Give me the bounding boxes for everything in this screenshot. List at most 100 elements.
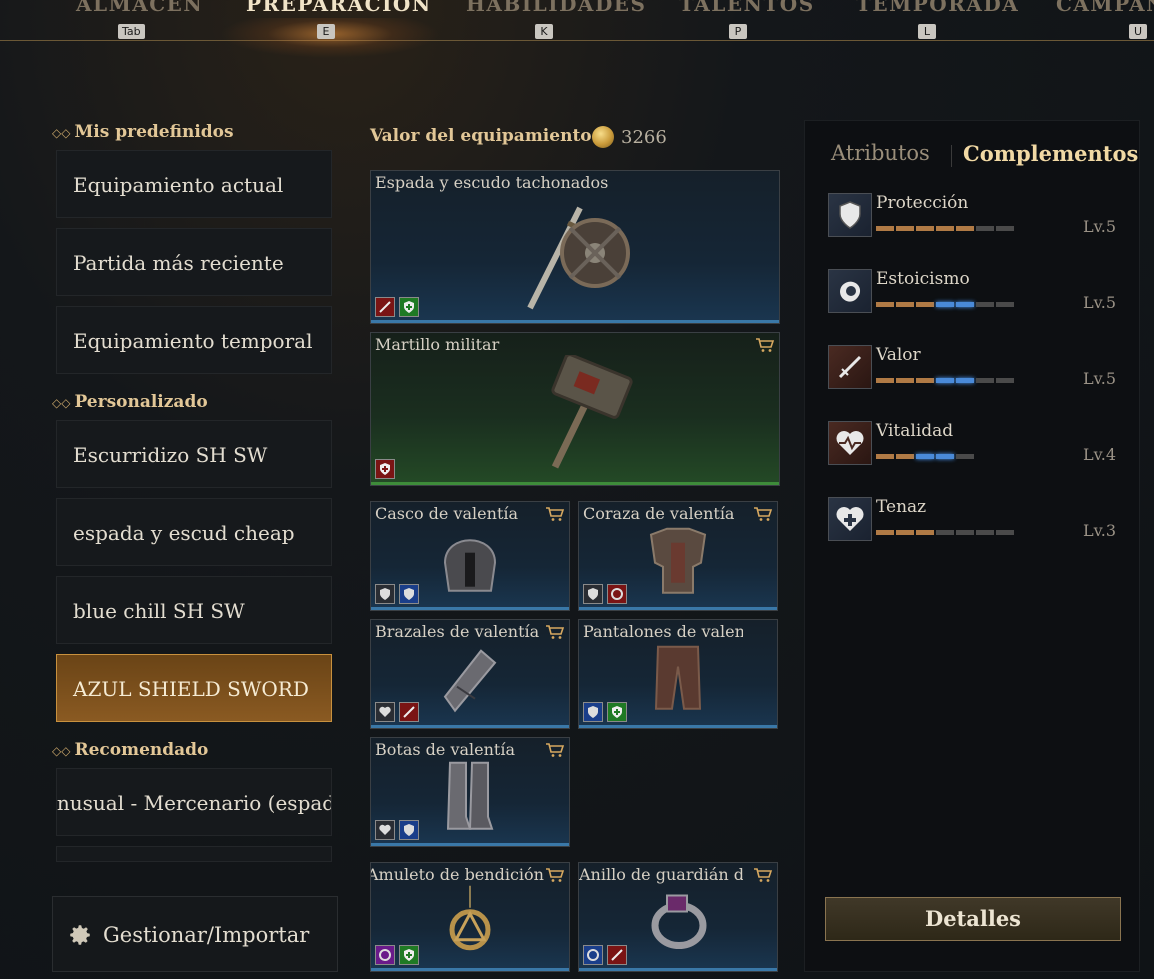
tab-temporada[interactable]: TEMPORADA bbox=[856, 0, 1019, 16]
level-segment bbox=[976, 226, 994, 231]
level-segment bbox=[996, 378, 1014, 383]
attribute-name: Estoicismo bbox=[876, 269, 970, 289]
rarity-bar bbox=[371, 607, 569, 610]
level-segment bbox=[876, 530, 894, 535]
item-perk-badges bbox=[375, 584, 419, 604]
tab-attributes[interactable]: Atributos bbox=[831, 141, 930, 165]
preset-recommended-1[interactable]: Inusual - Mercenario (espada bbox=[56, 768, 332, 836]
tab-complements[interactable]: Complementos bbox=[963, 141, 1138, 166]
item-perk-badges bbox=[375, 945, 419, 965]
shield-cross-perk-icon bbox=[399, 297, 419, 317]
top-navigation: ALMACÉN Tab PREPARACIÓN E HABILIDADES K … bbox=[0, 0, 1154, 58]
weapon-slot-secondary[interactable]: Martillo militar bbox=[370, 332, 780, 486]
tab-preparacion[interactable]: PREPARACIÓN bbox=[246, 0, 432, 16]
stoicism-perk-icon bbox=[607, 584, 627, 604]
attribute-row-estoicismo[interactable]: Estoicismo Lv.5 bbox=[828, 269, 1128, 319]
item-name: Pantalones de valentía bbox=[583, 622, 743, 641]
level-segment bbox=[996, 530, 1014, 535]
preset-custom-2[interactable]: espada y escud cheap bbox=[56, 498, 332, 566]
rarity-bar bbox=[371, 320, 779, 323]
tab-talentos[interactable]: TALENTOS bbox=[679, 0, 815, 16]
chest-armor-icon bbox=[649, 527, 707, 594]
custom-presets-label: Personalizado bbox=[74, 392, 208, 412]
pants-icon bbox=[654, 645, 702, 710]
attribute-row-tenaz[interactable]: Tenaz Lv.3 bbox=[828, 497, 1128, 547]
preset-custom-1[interactable]: Escurridizo SH SW bbox=[56, 420, 332, 488]
recommended-presets-label: Recomendado bbox=[74, 740, 209, 760]
tab-habilidades-hotkey: K bbox=[535, 24, 553, 39]
vitality-perk-icon bbox=[375, 702, 395, 722]
coin-icon bbox=[592, 126, 614, 148]
attribute-level-bar bbox=[876, 302, 1014, 307]
level-segment bbox=[936, 454, 954, 459]
item-name: Anillo de guardián de bbox=[579, 865, 743, 884]
tab-talentos-hotkey: P bbox=[729, 24, 747, 39]
accessory-slot-ring[interactable]: Anillo de guardián de bbox=[578, 862, 778, 972]
my-presets-header: ◇◇ Mis predefinidos bbox=[52, 122, 234, 142]
tab-temporada-hotkey: L bbox=[918, 24, 936, 39]
rarity-bar bbox=[371, 968, 569, 971]
attributes-panel: Atributos Complementos Protección Lv.5 E… bbox=[804, 120, 1140, 972]
item-perk-badges bbox=[583, 702, 627, 722]
shop-cart-icon[interactable] bbox=[545, 867, 565, 883]
preset-recommended-2[interactable] bbox=[56, 846, 332, 862]
stoicism-icon bbox=[828, 269, 872, 313]
tab-habilidades[interactable]: HABILIDADES bbox=[466, 0, 646, 16]
level-segment bbox=[996, 226, 1014, 231]
preset-custom-4-selected[interactable]: AZUL SHIELD SWORD bbox=[56, 654, 332, 722]
attribute-row-proteccion[interactable]: Protección Lv.5 bbox=[828, 193, 1128, 243]
shield-perk-icon bbox=[399, 820, 419, 840]
sword-perk-icon bbox=[399, 702, 419, 722]
attribute-level-bar bbox=[876, 454, 974, 459]
level-segment bbox=[936, 302, 954, 307]
level-segment bbox=[956, 226, 974, 231]
item-name: Coraza de valentía bbox=[583, 504, 735, 523]
preset-recent-match[interactable]: Partida más reciente bbox=[56, 228, 332, 296]
attribute-row-valor[interactable]: Valor Lv.5 bbox=[828, 345, 1128, 395]
stoicism-perk-icon bbox=[583, 945, 603, 965]
attribute-level-bar bbox=[876, 530, 1014, 535]
level-segment bbox=[916, 454, 934, 459]
item-perk-badges bbox=[375, 297, 419, 317]
my-presets-label: Mis predefinidos bbox=[74, 122, 234, 142]
shop-cart-icon[interactable] bbox=[755, 337, 775, 353]
armor-slot-helmet[interactable]: Casco de valentía bbox=[370, 501, 570, 611]
tab-campana-hotkey: U bbox=[1129, 24, 1147, 39]
shop-cart-icon[interactable] bbox=[753, 867, 773, 883]
item-name: Amuleto de bendición bbox=[370, 865, 544, 884]
level-segment bbox=[996, 302, 1014, 307]
shop-cart-icon[interactable] bbox=[545, 742, 565, 758]
tab-almacen[interactable]: ALMACÉN bbox=[76, 0, 203, 16]
shield-icon bbox=[828, 193, 872, 237]
weapon-slot-primary[interactable]: Espada y escudo tachonados bbox=[370, 170, 780, 324]
attribute-row-vitalidad[interactable]: Vitalidad Lv.4 bbox=[828, 421, 1128, 471]
armor-slot-boots[interactable]: Botas de valentía bbox=[370, 737, 570, 847]
level-segment bbox=[916, 302, 934, 307]
shop-cart-icon[interactable] bbox=[753, 506, 773, 522]
level-segment bbox=[936, 378, 954, 383]
shop-cart-icon[interactable] bbox=[545, 624, 565, 640]
armor-slot-pants[interactable]: Pantalones de valentía bbox=[578, 619, 778, 729]
preset-temporary-equipment[interactable]: Equipamiento temporal bbox=[56, 306, 332, 374]
tab-campana[interactable]: CAMPAÑA bbox=[1056, 0, 1154, 16]
accessory-slot-amulet[interactable]: Amuleto de bendición bbox=[370, 862, 570, 972]
level-segment bbox=[916, 378, 934, 383]
amulet-icon bbox=[449, 885, 491, 951]
details-button[interactable]: Detalles bbox=[825, 897, 1121, 941]
diamond-icon: ◇◇ bbox=[52, 396, 71, 410]
attribute-level: Lv.5 bbox=[1082, 293, 1116, 312]
manage-import-button[interactable]: Gestionar/Importar bbox=[52, 896, 338, 972]
level-segment bbox=[936, 226, 954, 231]
level-segment bbox=[916, 530, 934, 535]
level-segment bbox=[976, 302, 994, 307]
item-name: Brazales de valentía bbox=[375, 622, 540, 641]
level-segment bbox=[956, 302, 974, 307]
preset-custom-3[interactable]: blue chill SH SW bbox=[56, 576, 332, 644]
shop-cart-icon[interactable] bbox=[545, 506, 565, 522]
armor-slot-gloves[interactable]: Brazales de valentía bbox=[370, 619, 570, 729]
armor-slot-chest[interactable]: Coraza de valentía bbox=[578, 501, 778, 611]
ring-icon bbox=[651, 894, 707, 949]
shield-cross-perk-icon bbox=[375, 459, 395, 479]
preset-current-equipment[interactable]: Equipamiento actual bbox=[56, 150, 332, 218]
item-perk-badges bbox=[375, 459, 395, 479]
